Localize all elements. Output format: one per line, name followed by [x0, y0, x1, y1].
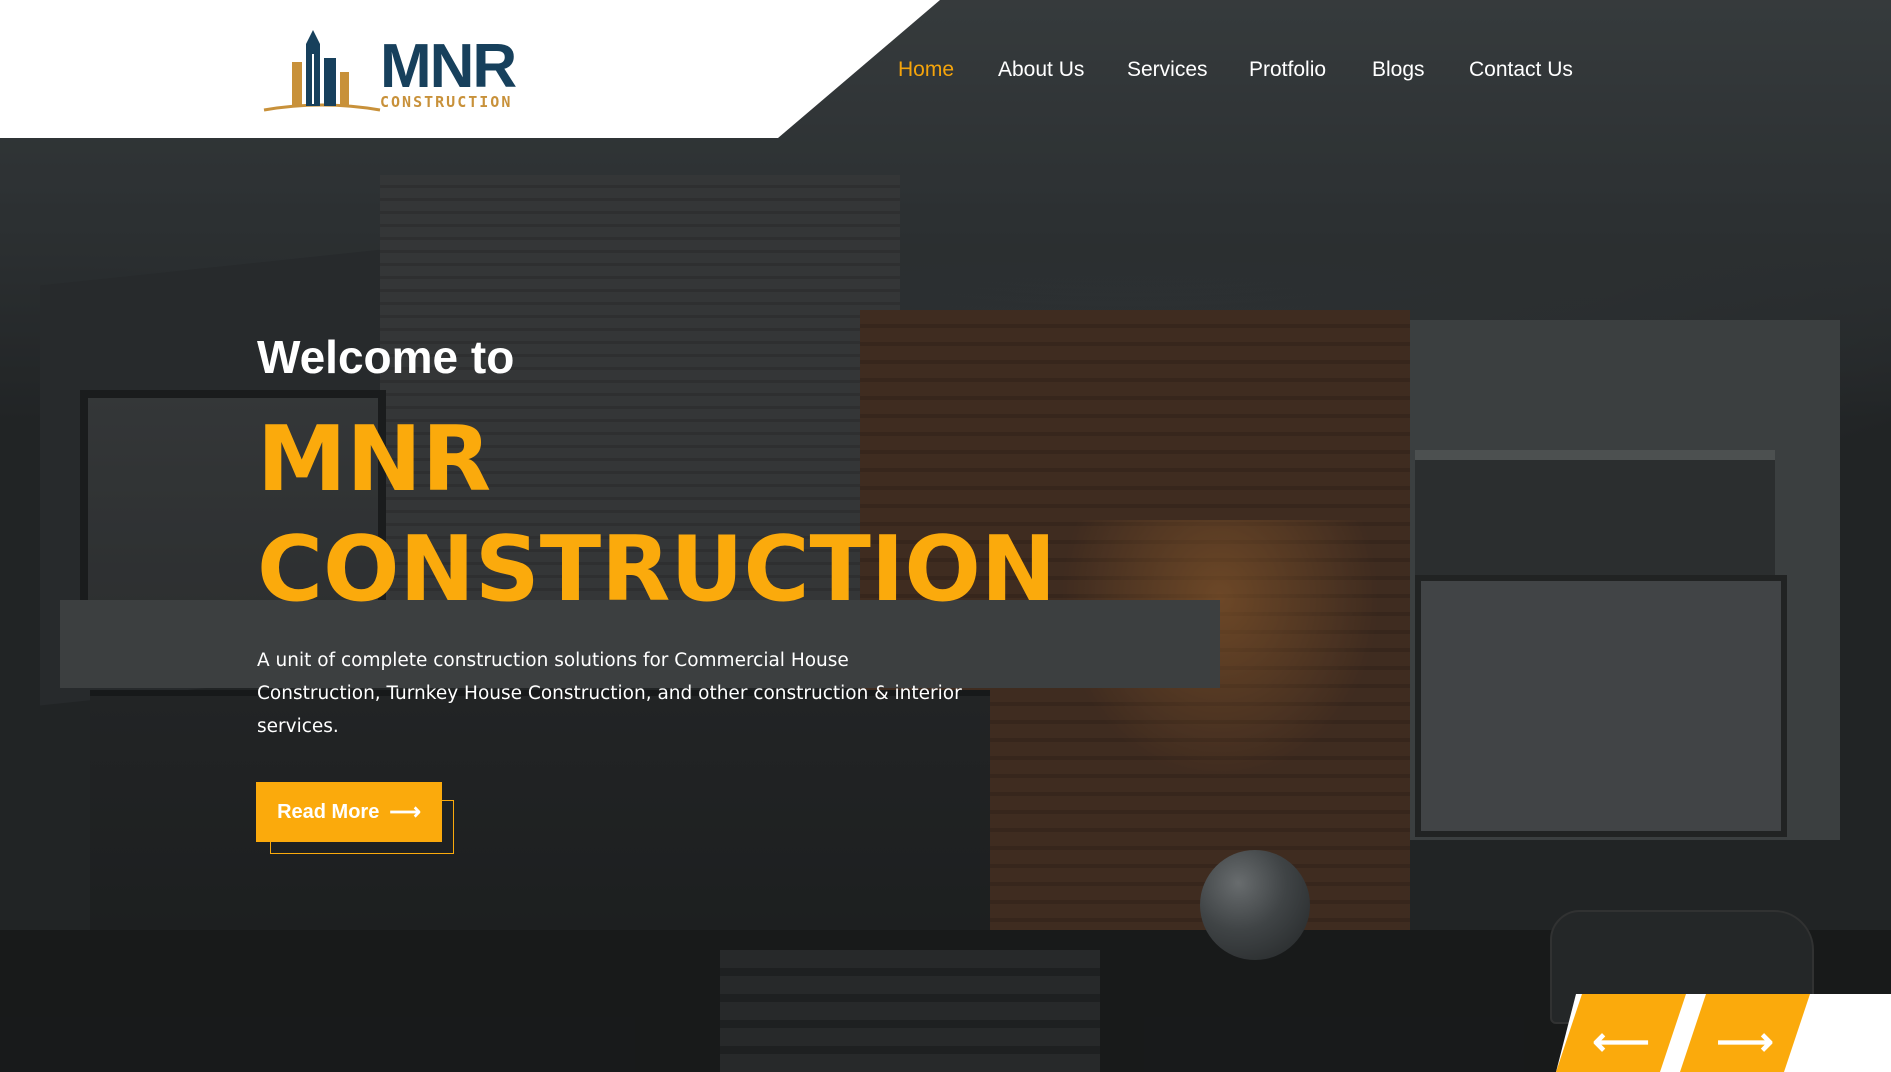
nav-about-us[interactable]: About Us: [998, 58, 1084, 82]
nav-services[interactable]: Services: [1127, 58, 1208, 82]
arrow-right-icon: ⟶: [1716, 1020, 1774, 1064]
hero-title-line1: MNR: [257, 407, 492, 512]
hero-title-line2: CONSTRUCTION: [257, 517, 1057, 622]
logo-buildings-icon: [263, 30, 381, 112]
read-more-wrapper: Read More ⟶: [256, 782, 454, 854]
logo-brand-text: MNR: [380, 32, 517, 101]
site-logo[interactable]: MNR CONSTRUCTION: [262, 28, 522, 114]
logo-subtitle: CONSTRUCTION: [380, 93, 513, 111]
hero-welcome: Welcome to: [257, 331, 515, 383]
nav-home[interactable]: Home: [898, 58, 954, 82]
nav-portfolio[interactable]: Protfolio: [1249, 58, 1326, 82]
arrow-left-icon: ⟵: [1592, 1020, 1650, 1064]
nav-blogs[interactable]: Blogs: [1372, 58, 1425, 82]
read-more-button[interactable]: Read More ⟶: [256, 782, 442, 842]
arrow-right-icon: ⟶: [389, 799, 421, 824]
hero-title: MNR CONSTRUCTION: [257, 405, 1056, 625]
read-more-label: Read More: [277, 800, 380, 823]
nav-contact-us[interactable]: Contact Us: [1469, 58, 1573, 82]
hero-description: A unit of complete construction solution…: [257, 650, 962, 737]
